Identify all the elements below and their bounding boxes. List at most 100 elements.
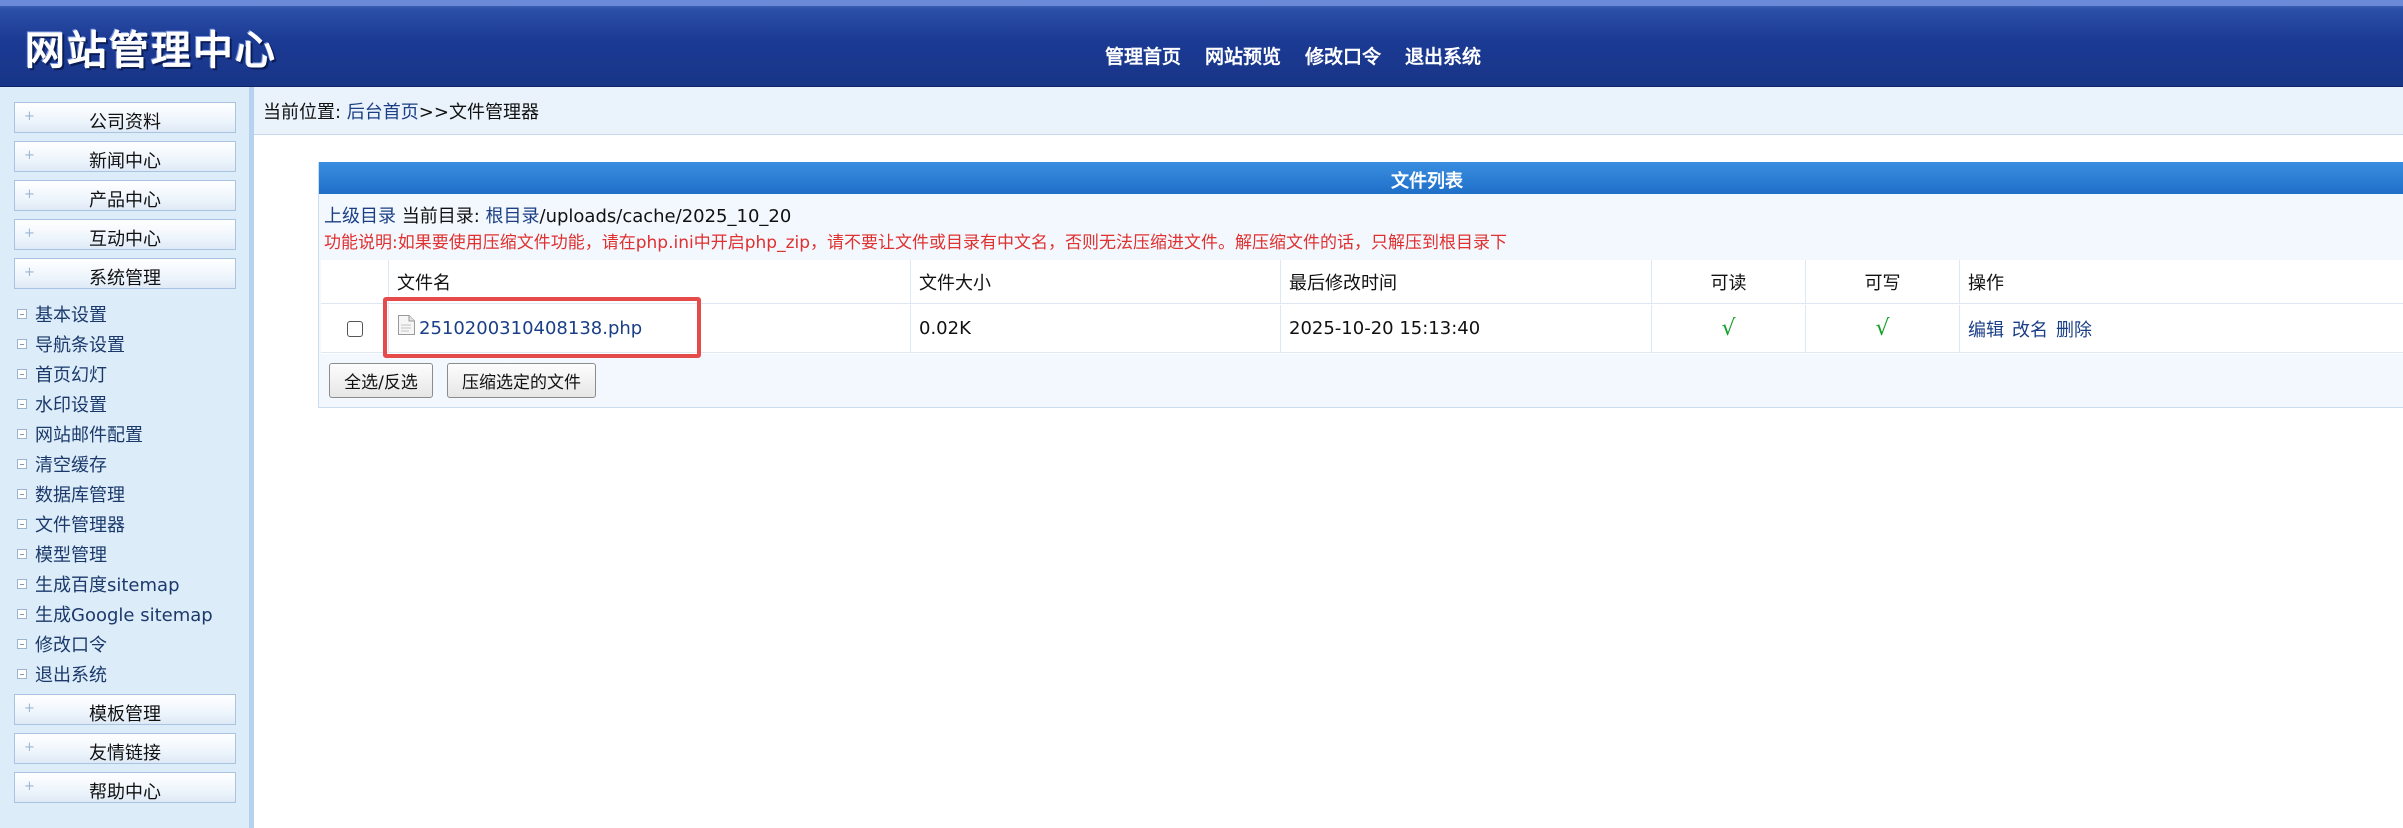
sidebar-item-change-password[interactable]: 修改口令 xyxy=(17,630,107,658)
sidebar: + 公司资料 + 新闻中心 + 产品中心 + 互动中心 + 系统管理 基本设置 … xyxy=(0,87,254,828)
parent-dir-link[interactable]: 上级目录 xyxy=(324,206,396,227)
sidebar-item-model-management[interactable]: 模型管理 xyxy=(17,540,107,568)
sidebar-section-news[interactable]: + 新闻中心 xyxy=(14,141,236,172)
readable-cell: √ xyxy=(1652,305,1806,353)
sidebar-item-label: 首页幻灯 xyxy=(35,365,107,386)
readable-check-icon: √ xyxy=(1721,316,1736,341)
sidebar-section-label: 系统管理 xyxy=(89,268,161,289)
col-header-actions: 操作 xyxy=(1960,260,2403,304)
sidebar-item-label: 导航条设置 xyxy=(35,335,125,356)
sidebar-section-label: 模板管理 xyxy=(89,704,161,725)
sidebar-item-label: 生成百度sitemap xyxy=(35,575,180,596)
file-modified: 2025-10-20 15:13:40 xyxy=(1281,305,1652,353)
sidebar-item-logout[interactable]: 退出系统 xyxy=(17,660,107,688)
delete-link[interactable]: 删除 xyxy=(2056,316,2092,342)
sidebar-section-interaction[interactable]: + 互动中心 xyxy=(14,219,236,250)
sidebar-item-label: 网站邮件配置 xyxy=(35,425,143,446)
sidebar-item-label: 基本设置 xyxy=(35,305,107,326)
sidebar-item-label: 生成Google sitemap xyxy=(35,605,213,626)
breadcrumb: 当前位置: 后台首页>>文件管理器 xyxy=(263,98,539,124)
tree-node-icon xyxy=(17,579,27,589)
writable-check-icon: √ xyxy=(1875,316,1890,341)
breadcrumb-home-link[interactable]: 后台首页 xyxy=(347,102,419,123)
sidebar-section-label: 互动中心 xyxy=(89,229,161,250)
tree-node-icon xyxy=(17,609,27,619)
sidebar-item-label: 修改口令 xyxy=(35,635,107,656)
file-name-link[interactable]: 2510200310408138.php xyxy=(419,318,642,339)
col-header-readable: 可读 xyxy=(1652,260,1806,304)
table-row-filename-cell: 2510200310408138.php xyxy=(389,305,911,353)
sidebar-section-label: 产品中心 xyxy=(89,190,161,211)
tree-node-icon xyxy=(17,549,27,559)
tree-node-icon xyxy=(17,459,27,469)
sidebar-section-company[interactable]: + 公司资料 xyxy=(14,102,236,133)
nav-site-preview[interactable]: 网站预览 xyxy=(1205,42,1281,69)
current-dir-label: 当前目录: xyxy=(396,206,486,227)
nav-admin-home[interactable]: 管理首页 xyxy=(1105,42,1181,69)
tree-node-icon xyxy=(17,399,27,409)
sidebar-section-products[interactable]: + 产品中心 xyxy=(14,180,236,211)
file-size: 0.02K xyxy=(911,305,1281,353)
sidebar-item-database[interactable]: 数据库管理 xyxy=(17,480,125,508)
sidebar-item-mail-config[interactable]: 网站邮件配置 xyxy=(17,420,143,448)
feature-notice: 功能说明:如果要使用压缩文件功能，请在php.ini中开启php_zip，请不要… xyxy=(324,233,1507,253)
header-bar: 网站管理中心 管理首页 网站预览 修改口令 退出系统 xyxy=(0,0,2403,87)
sidebar-item-file-manager[interactable]: 文件管理器 xyxy=(17,510,125,538)
col-header-filename: 文件名 xyxy=(389,260,911,304)
tree-node-icon xyxy=(17,369,27,379)
row-checkbox[interactable] xyxy=(346,320,363,337)
top-nav: 管理首页 网站预览 修改口令 退出系统 xyxy=(1105,42,1481,69)
col-header-select xyxy=(321,260,389,304)
panel-title: 文件列表 xyxy=(1391,171,1463,192)
sidebar-section-friend-links[interactable]: + 友情链接 xyxy=(14,733,236,764)
edit-link[interactable]: 编辑 xyxy=(1968,316,2004,342)
sidebar-section-templates[interactable]: + 模板管理 xyxy=(14,694,236,725)
compress-selected-button[interactable]: 压缩选定的文件 xyxy=(447,363,596,398)
sidebar-item-navbar-settings[interactable]: 导航条设置 xyxy=(17,330,125,358)
file-list-panel: 文件列表 上级目录 当前目录: 根目录/uploads/cache/2025_1… xyxy=(318,162,2403,408)
sidebar-item-clear-cache[interactable]: 清空缓存 xyxy=(17,450,107,478)
writable-cell: √ xyxy=(1806,305,1960,353)
header-topline xyxy=(0,0,2403,6)
sidebar-item-google-sitemap[interactable]: 生成Google sitemap xyxy=(17,600,213,628)
tree-node-icon xyxy=(17,639,27,649)
current-path: /uploads/cache/2025_10_20 xyxy=(539,206,792,227)
col-header-modified: 最后修改时间 xyxy=(1281,260,1652,304)
sidebar-item-watermark[interactable]: 水印设置 xyxy=(17,390,107,418)
tree-node-icon xyxy=(17,669,27,679)
sidebar-section-help[interactable]: + 帮助中心 xyxy=(14,772,236,803)
directory-line: 上级目录 当前目录: 根目录/uploads/cache/2025_10_20 xyxy=(324,202,791,228)
select-all-button[interactable]: 全选/反选 xyxy=(329,363,433,398)
rename-link[interactable]: 改名 xyxy=(2012,316,2048,342)
col-header-filesize: 文件大小 xyxy=(911,260,1281,304)
actions-cell: 编辑 改名 删除 xyxy=(1960,305,2403,353)
sidebar-section-system[interactable]: + 系统管理 xyxy=(14,258,236,289)
tree-node-icon xyxy=(17,489,27,499)
breadcrumb-current: 文件管理器 xyxy=(448,102,539,123)
nav-logout[interactable]: 退出系统 xyxy=(1405,42,1481,69)
tree-node-icon xyxy=(17,429,27,439)
col-header-writable: 可写 xyxy=(1806,260,1960,304)
sidebar-section-label: 公司资料 xyxy=(89,112,161,133)
site-logo: 网站管理中心 xyxy=(25,28,277,74)
sidebar-item-home-slideshow[interactable]: 首页幻灯 xyxy=(17,360,107,388)
panel-title-bar: 文件列表 xyxy=(319,162,2403,194)
row-select-cell xyxy=(321,305,389,353)
sidebar-item-label: 清空缓存 xyxy=(35,455,107,476)
root-dir-link[interactable]: 根目录 xyxy=(486,206,540,227)
tree-node-icon xyxy=(17,309,27,319)
tree-node-icon xyxy=(17,339,27,349)
sidebar-section-label: 新闻中心 xyxy=(89,151,161,172)
file-icon xyxy=(398,314,415,335)
tree-node-icon xyxy=(17,519,27,529)
file-table: 文件名 文件大小 最后修改时间 可读 可写 操作 251020031040813… xyxy=(321,260,2403,354)
nav-change-password[interactable]: 修改口令 xyxy=(1305,42,1381,69)
sidebar-item-baidu-sitemap[interactable]: 生成百度sitemap xyxy=(17,570,180,598)
breadcrumb-prefix: 当前位置: xyxy=(263,102,347,123)
sidebar-item-basic-settings[interactable]: 基本设置 xyxy=(17,300,107,328)
sidebar-item-label: 退出系统 xyxy=(35,665,107,686)
sidebar-item-label: 模型管理 xyxy=(35,545,107,566)
sidebar-item-label: 数据库管理 xyxy=(35,485,125,506)
sidebar-section-label: 帮助中心 xyxy=(89,782,161,803)
breadcrumb-separator: >> xyxy=(418,102,449,123)
